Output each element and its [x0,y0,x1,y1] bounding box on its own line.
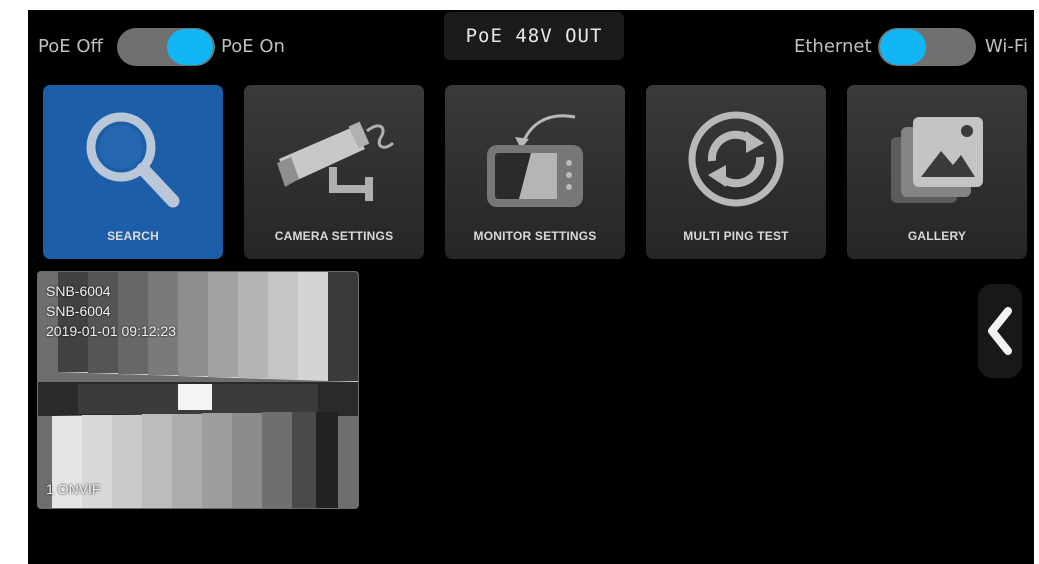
chevron-left-icon [988,307,1012,355]
side-panel-toggle-button[interactable] [978,284,1022,378]
device-screen: PoE Off PoE On PoE 48V OUT Ethernet Wi-F… [28,10,1034,564]
camera-settings-label: CAMERA SETTINGS [274,229,394,243]
gallery-button[interactable]: GALLERY [847,85,1027,259]
monitor-settings-label: MONITOR SETTINGS [473,229,597,243]
poe-on-label: PoE On [221,36,285,57]
multi-ping-test-label: MULTI PING TEST [683,229,789,243]
poe-toggle[interactable] [117,28,215,66]
monitor-device-icon [487,114,583,207]
poe-off-label: PoE Off [38,36,103,57]
refresh-icon [688,111,784,207]
camera-preview-thumbnail[interactable]: SNB-6004 SNB-6004 2019-01-01 09:12:23 1 … [37,271,359,509]
ethernet-label: Ethernet [794,36,872,57]
poe-toggle-knob [167,29,213,65]
monitor-settings-button[interactable]: MONITOR SETTINGS [445,85,625,259]
multi-ping-test-button[interactable]: MULTI PING TEST [646,85,826,259]
network-toggle[interactable] [878,28,976,66]
gallery-label: GALLERY [907,229,967,243]
camera-settings-button[interactable]: CAMERA SETTINGS [244,85,424,259]
camera-model-text: SNB-6004 [46,283,111,299]
camera-channel-label: 1 ONVIF [46,481,101,497]
wifi-label: Wi-Fi [985,36,1028,57]
gallery-icon [891,117,983,203]
camera-timestamp-text: 2019-01-01 09:12:23 [46,323,176,339]
poe-status-badge: PoE 48V OUT [444,12,624,60]
network-toggle-knob [880,29,926,65]
search-label: SEARCH [107,229,159,243]
cctv-camera-icon [277,121,395,201]
search-icon [86,112,180,208]
search-button[interactable]: SEARCH [43,85,223,259]
camera-name-text: SNB-6004 [46,303,111,319]
